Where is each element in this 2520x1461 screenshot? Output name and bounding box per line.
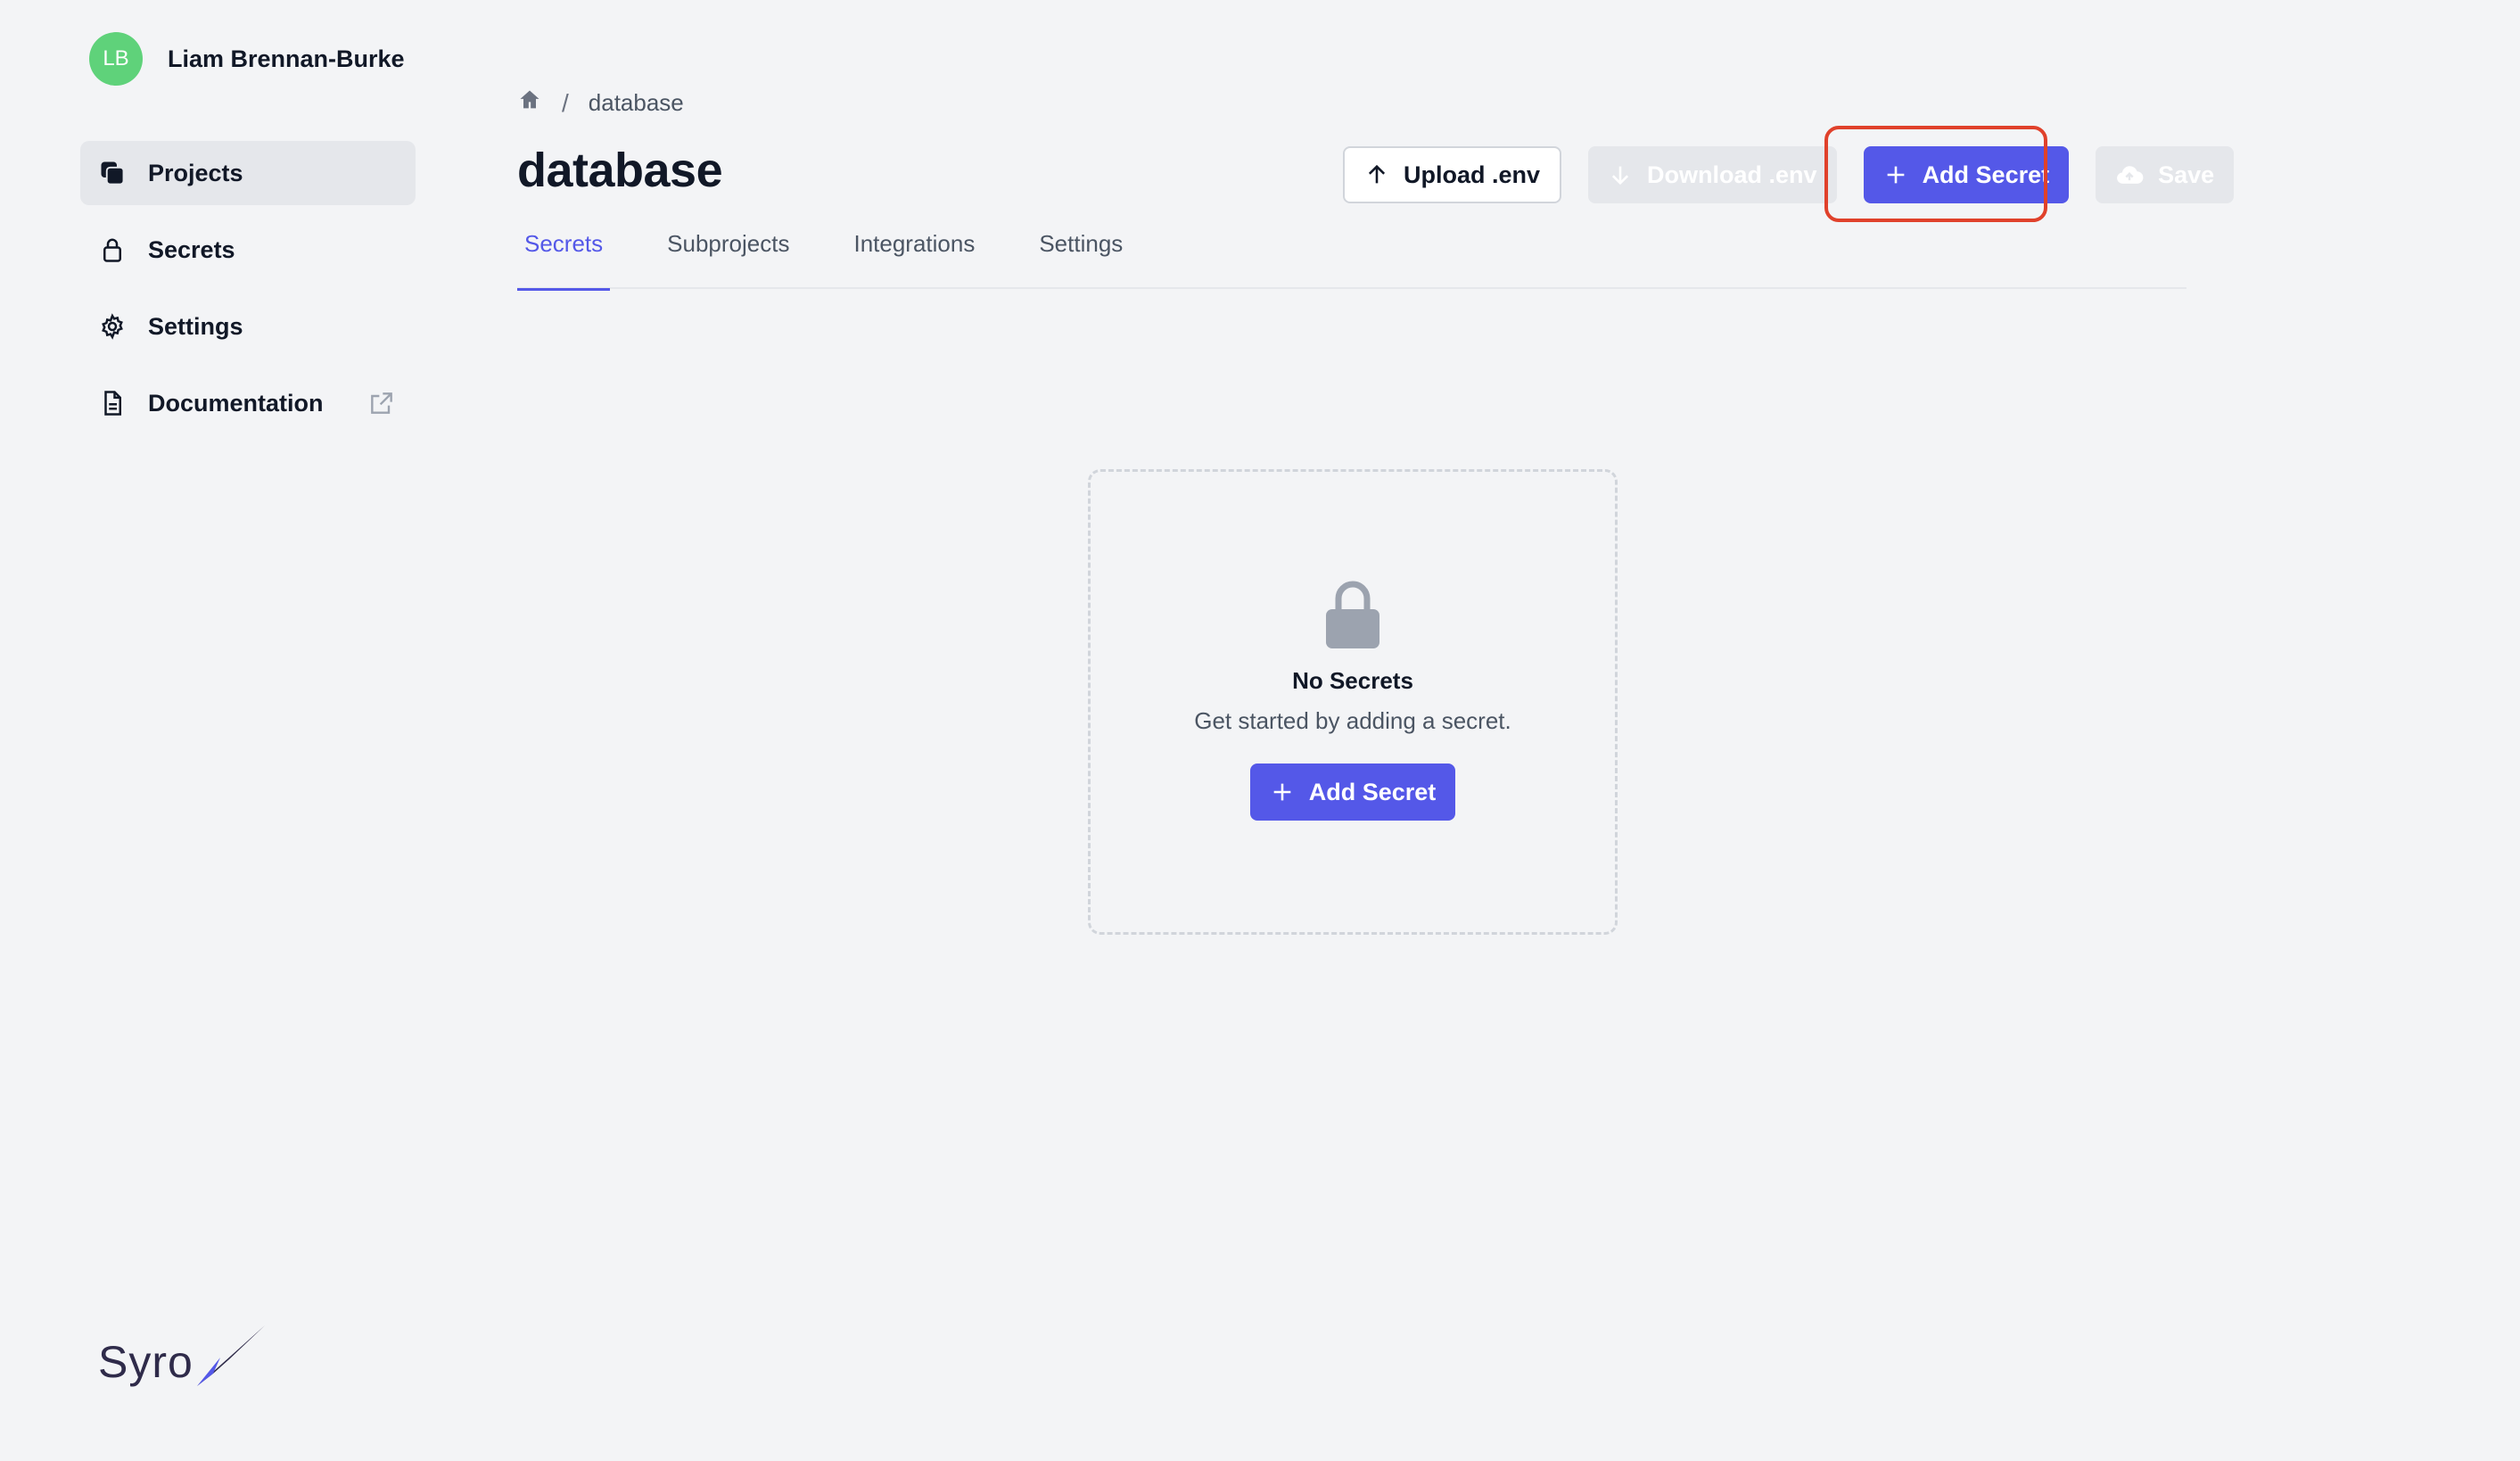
app-root: LB Liam Brennan-Burke Projects Secrets S… xyxy=(0,0,2520,1461)
arrow-up-icon xyxy=(1368,164,1386,184)
user-profile[interactable]: LB Liam Brennan-Burke xyxy=(89,32,405,86)
empty-state-title: No Secrets xyxy=(1292,667,1413,694)
download-env-label: Download .env xyxy=(1647,161,1817,188)
sidebar-item-documentation[interactable]: Documentation xyxy=(80,371,416,435)
avatar: LB xyxy=(89,32,143,86)
sidebar: LB Liam Brennan-Burke Projects Secrets S… xyxy=(0,0,464,1461)
tab-settings[interactable]: Settings xyxy=(1032,225,1130,289)
tab-subprojects[interactable]: Subprojects xyxy=(660,225,796,289)
sidebar-nav: Projects Secrets Settings Documentation xyxy=(80,141,416,448)
breadcrumb: / database xyxy=(517,87,684,119)
wing-icon xyxy=(196,1325,265,1386)
page-title: database xyxy=(517,144,723,197)
sidebar-item-label: Documentation xyxy=(148,389,324,417)
download-env-button[interactable]: Download .env xyxy=(1588,146,1837,203)
projects-icon xyxy=(98,159,127,187)
brand-name: Syro xyxy=(98,1337,194,1387)
sidebar-item-label: Secrets xyxy=(148,235,235,263)
breadcrumb-current[interactable]: database xyxy=(589,89,684,117)
sidebar-item-label: Settings xyxy=(148,312,243,340)
focus-highlight xyxy=(1824,126,2047,222)
cloud-upload-icon xyxy=(2117,166,2144,184)
save-label: Save xyxy=(2158,161,2215,188)
gear-icon xyxy=(98,312,127,341)
upload-env-button[interactable]: Upload .env xyxy=(1343,146,1562,203)
document-icon xyxy=(98,389,127,417)
tab-secrets[interactable]: Secrets xyxy=(517,225,611,291)
toolbar: Upload .env Download .env Add Secret Sav… xyxy=(1343,146,2235,203)
add-secret-label: Add Secret xyxy=(1308,778,1437,805)
empty-state-subtitle: Get started by adding a secret. xyxy=(1194,707,1511,734)
sidebar-item-secrets[interactable]: Secrets xyxy=(80,218,416,282)
save-button[interactable]: Save xyxy=(2096,146,2235,203)
sidebar-item-projects[interactable]: Projects xyxy=(80,141,416,205)
upload-env-label: Upload .env xyxy=(1404,161,1541,188)
add-secret-button[interactable]: Add Secret xyxy=(1249,764,1456,821)
external-link-icon xyxy=(367,389,396,417)
user-name: Liam Brennan-Burke xyxy=(168,45,405,72)
syro-logo: Syro xyxy=(98,1324,268,1388)
lock-icon xyxy=(98,235,127,264)
empty-state: No Secrets Get started by adding a secre… xyxy=(1088,469,1618,935)
plus-icon xyxy=(1273,783,1291,801)
sidebar-item-label: Projects xyxy=(148,159,243,186)
tab-bar: Secrets Subprojects Integrations Setting… xyxy=(517,225,2186,291)
home-icon[interactable] xyxy=(517,87,542,119)
tab-integrations[interactable]: Integrations xyxy=(846,225,982,289)
arrow-down-icon xyxy=(1611,166,1629,186)
breadcrumb-separator: / xyxy=(562,88,569,117)
sidebar-item-settings[interactable]: Settings xyxy=(80,294,416,359)
lock-icon xyxy=(1324,577,1381,655)
